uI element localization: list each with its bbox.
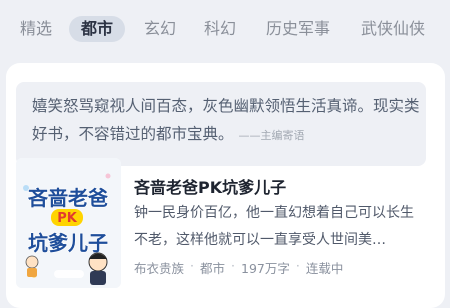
- book-description: 钟一民身价百亿，他一直幻想着自己可以长生不老，这样他就可以一直享受人世间美…: [134, 205, 414, 248]
- editor-quote-text: 嬉笑怒骂窥视人间百态，灰色幽默领悟生活真谛。现实类好书，不容错过的都市宝典。: [32, 97, 420, 143]
- editor-quote-signature: ——主编寄语: [238, 129, 305, 142]
- cover-character-small: [25, 255, 39, 277]
- book-status: 连载中: [305, 261, 344, 276]
- cover-pk-text: PK: [57, 211, 78, 226]
- cover-character-figure: [88, 252, 108, 285]
- book-category: 都市: [200, 261, 226, 276]
- book-meta: 布衣贵族 · 都市 · 197万字 · 连载中: [134, 258, 343, 277]
- tab-wuxia-xianxia[interactable]: 武侠仙侠: [361, 16, 425, 42]
- tab-kehuan[interactable]: 科幻: [204, 16, 236, 42]
- tab-dushi[interactable]: 都市: [69, 16, 126, 42]
- book-title[interactable]: 吝啬老爸PK坑爹儿子: [134, 174, 286, 198]
- separator-dot: ·: [295, 258, 300, 273]
- separator-dot: ·: [231, 258, 235, 273]
- tab-jingxuan[interactable]: 精选: [20, 16, 52, 42]
- category-tab-bar: 精选 都市 玄幻 科幻 历史军事 武侠仙侠: [0, 0, 450, 60]
- cover-title-line1: 吝啬老爸: [27, 186, 108, 210]
- editor-quote: 嬉笑怒骂窥视人间百态，灰色幽默领悟生活真谛。现实类好书，不容错过的都市宝典。 —…: [32, 92, 422, 150]
- separator-dot: ·: [190, 258, 194, 273]
- book-cover[interactable]: 吝啬老爸 PK 坑爹儿子: [16, 158, 121, 288]
- tab-xuanhuan[interactable]: 玄幻: [144, 16, 176, 42]
- tab-lishi-junshi[interactable]: 历史军事: [266, 16, 330, 42]
- cover-title-line2: 坑爹儿子: [28, 231, 108, 255]
- book-word-count: 197万字: [241, 261, 290, 276]
- book-cover-art: 吝啬老爸 PK 坑爹儿子: [16, 158, 121, 288]
- book-author: 布衣贵族: [134, 261, 185, 276]
